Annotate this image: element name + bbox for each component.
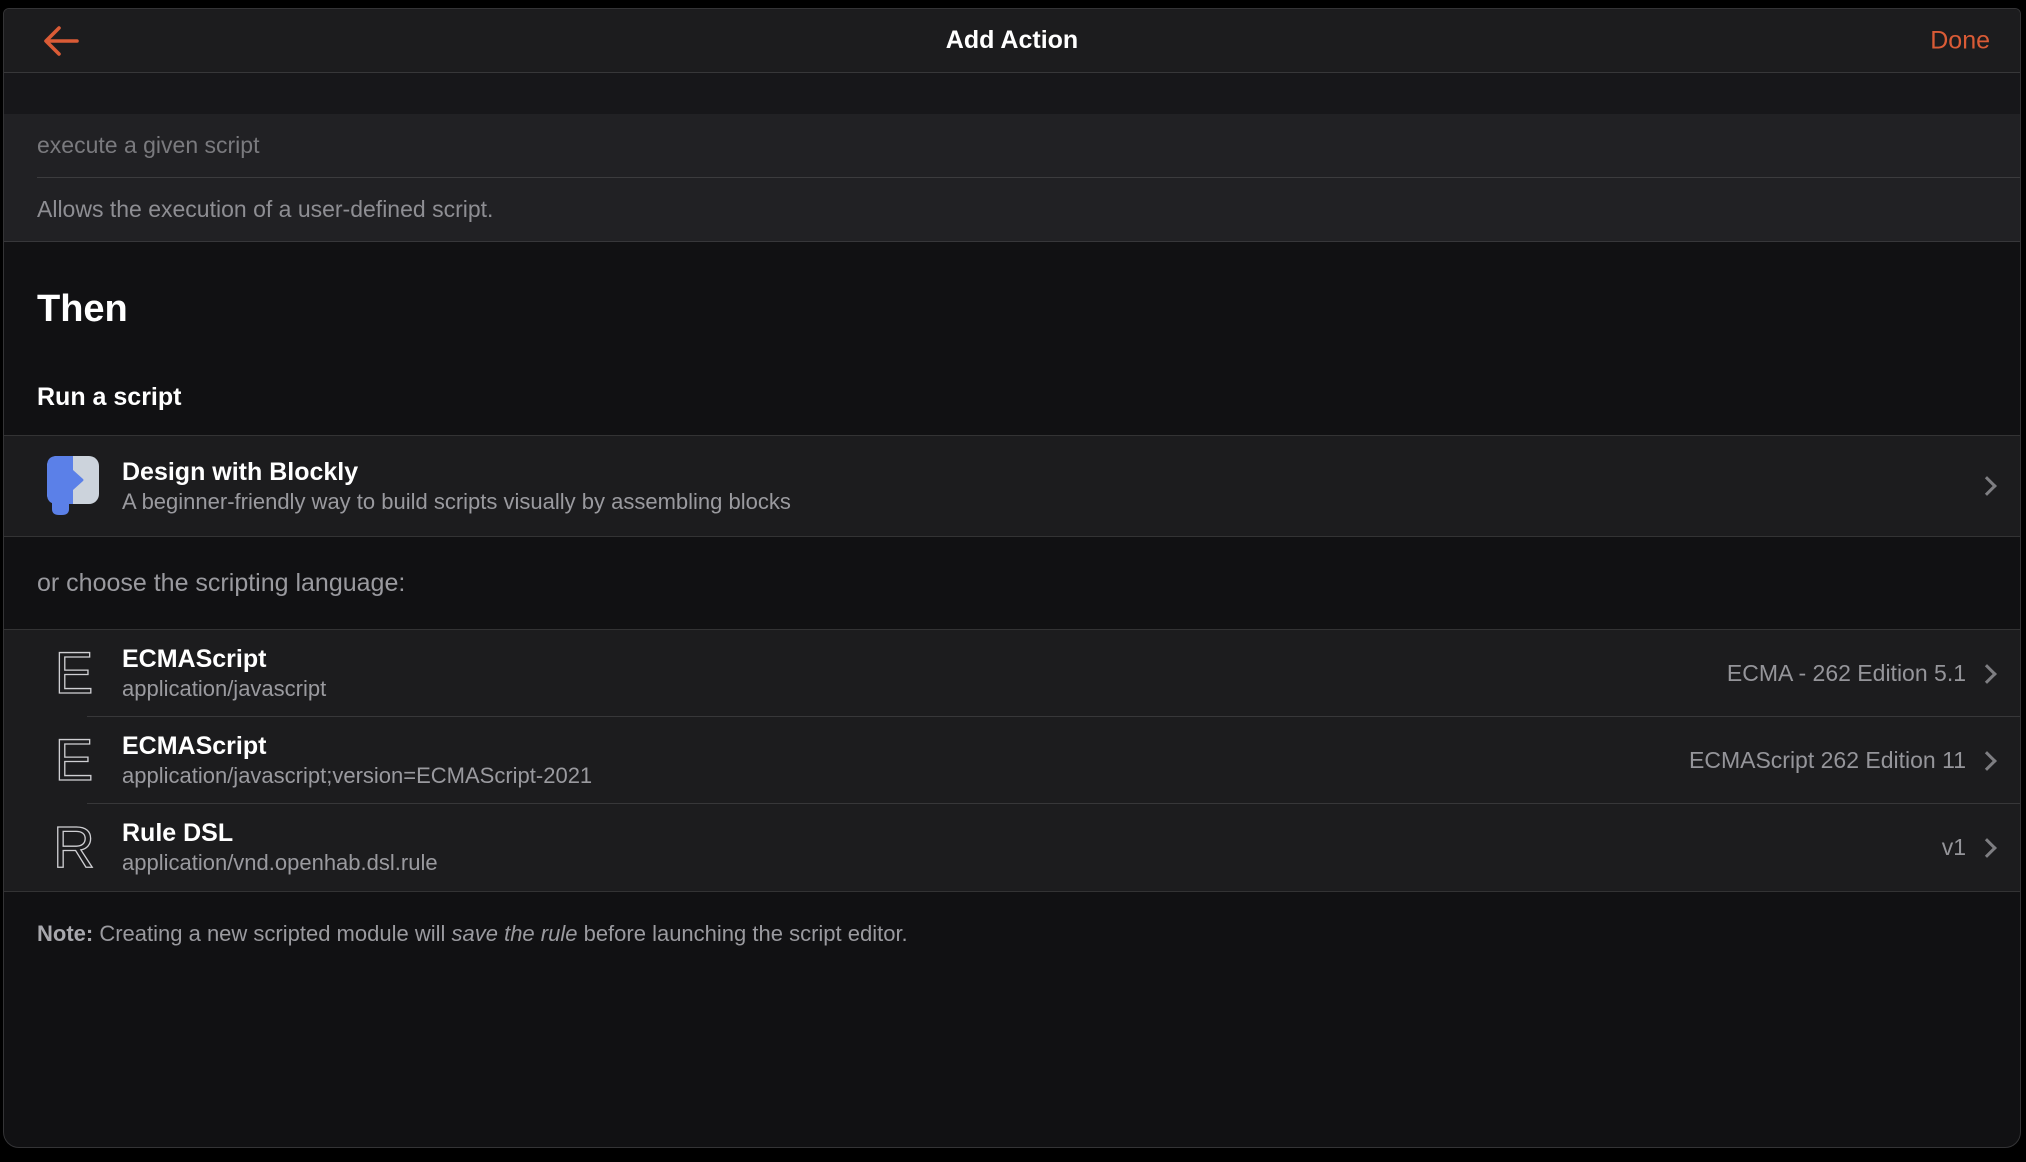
blockly-icon (46, 456, 102, 516)
list-item-ecmascript-5[interactable]: E ECMAScript application/javascript ECMA… (4, 630, 2020, 717)
chevron-right-icon (1977, 837, 1997, 858)
section-head: Then (4, 242, 2020, 331)
action-form: execute a given script Allows the execut… (4, 114, 2020, 242)
language-mime: application/javascript;version=ECMAScrip… (122, 763, 593, 788)
done-button[interactable]: Done (1930, 26, 1990, 55)
list-item-rule-dsl[interactable]: R Rule DSL application/vnd.openhab.dsl.r… (4, 803, 2020, 891)
chevron-right-icon (1977, 663, 1997, 684)
back-arrow-icon (44, 25, 79, 56)
language-version: v1 (1941, 834, 1966, 860)
navbar-gap (4, 73, 2020, 114)
ecmascript-letter-icon: E (54, 640, 94, 706)
blockly-block: Design with Blockly A beginner-friendly … (4, 435, 2020, 537)
rule-dsl-letter-icon: R (52, 814, 95, 880)
language-mime: application/javascript (122, 676, 327, 701)
add-action-sheet: Add Action Done execute a given script A… (3, 8, 2021, 1148)
language-title: ECMAScript (122, 732, 267, 760)
note-prefix: Note: (37, 921, 94, 946)
blockly-title: Design with Blockly (122, 457, 359, 486)
action-description: Allows the execution of a user-defined s… (37, 196, 494, 222)
language-version: ECMAScript 262 Edition 11 (1689, 747, 1966, 773)
language-list: E ECMAScript application/javascript ECMA… (4, 629, 2020, 892)
then-heading: Then (37, 288, 128, 330)
page-title: Add Action (945, 26, 1079, 54)
blockly-text: Design with Blockly A beginner-friendly … (122, 457, 1980, 516)
language-title: Rule DSL (122, 819, 234, 847)
run-a-script-heading: Run a script (37, 383, 182, 411)
language-mime: application/vnd.openhab.dsl.rule (122, 850, 438, 875)
chevron-right-icon (1977, 476, 1997, 496)
language-version: ECMA - 262 Edition 5.1 (1726, 660, 1966, 686)
design-with-blockly-item[interactable]: Design with Blockly A beginner-friendly … (4, 436, 2020, 536)
ecmascript-letter-icon: E (54, 727, 94, 793)
language-title: ECMAScript (122, 645, 267, 673)
navbar: Add Action Done (4, 9, 2020, 73)
action-title-input[interactable]: execute a given script (4, 114, 2020, 177)
list-item-ecmascript-2021[interactable]: E ECMAScript application/javascript;vers… (4, 716, 2020, 804)
blockly-subtitle: A beginner-friendly way to build scripts… (122, 488, 791, 514)
choose-language-label: or choose the scripting language: (37, 568, 406, 597)
chevron-right-icon (1977, 750, 1997, 771)
note-text: Note: Creating a new scripted module wil… (37, 921, 908, 946)
back-button[interactable] (42, 24, 82, 58)
